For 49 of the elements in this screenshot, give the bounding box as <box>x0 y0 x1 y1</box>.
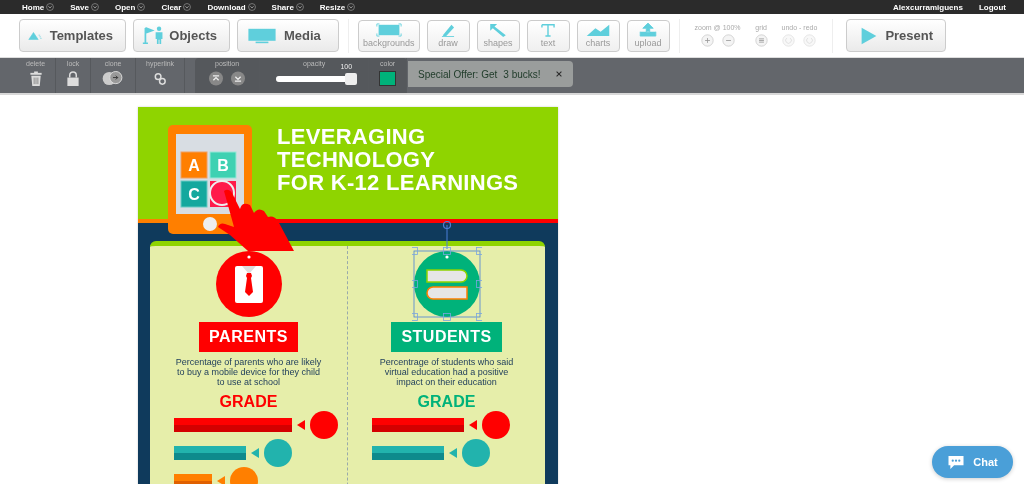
zoom-in-icon[interactable] <box>700 34 714 47</box>
section-text: Percentage of parents who are likely to buy a mobile device for they child to use at school <box>174 357 323 387</box>
caret-icon <box>295 3 304 11</box>
caret-icon <box>183 3 192 11</box>
user-link[interactable]: Alexcurramiguens <box>891 2 965 12</box>
monitor-icon <box>246 26 278 45</box>
menu-item[interactable]: Home <box>20 2 57 12</box>
menu-item[interactable]: Download <box>205 2 258 12</box>
caret-icon <box>90 3 99 11</box>
lock-icon[interactable] <box>66 71 81 86</box>
chat-icon <box>947 454 966 470</box>
menu-item[interactable]: Resize <box>317 2 358 12</box>
trash-icon[interactable] <box>28 71 43 86</box>
zoom-out-icon[interactable] <box>721 34 735 47</box>
caret-icon <box>247 3 256 11</box>
section-heading: PARENTS <box>199 322 298 352</box>
link-icon[interactable] <box>153 71 168 86</box>
toolbar-button[interactable]: Objects <box>133 19 230 52</box>
background-icon <box>375 23 402 37</box>
caret-icon <box>347 3 356 11</box>
present-button[interactable]: Present <box>846 19 947 52</box>
section-text: Percentrage of students who said virtual education had a positive impact on their education <box>378 357 515 387</box>
logout-link[interactable]: Logout <box>976 2 1008 12</box>
clone-icon[interactable] <box>101 71 126 86</box>
toolbar-button[interactable]: Media <box>237 19 339 52</box>
grid-icon[interactable] <box>754 34 768 47</box>
section-heading: STUDENTS <box>391 322 502 352</box>
offer-text: 3 bucks! <box>503 68 541 80</box>
chart-icon <box>585 23 612 37</box>
caret-icon <box>46 3 55 11</box>
selection-handles[interactable] <box>411 221 482 321</box>
grade-label: GRADE <box>417 393 476 411</box>
menu-item[interactable]: Clear <box>159 2 194 12</box>
menu-item[interactable]: Open <box>112 2 148 12</box>
close-icon[interactable] <box>554 70 563 78</box>
infographic[interactable] <box>138 107 558 484</box>
grade-label: GRADE <box>219 393 278 411</box>
color-swatch[interactable] <box>379 71 397 86</box>
shirt-icon <box>215 251 282 317</box>
infographic-title: LEVERAGING TECHNOLOGY FOR K-12 LEARNINGS <box>277 125 519 194</box>
flag-person-icon <box>142 25 164 46</box>
menu-item[interactable]: Share <box>269 2 306 12</box>
bring-front-icon[interactable] <box>209 71 224 86</box>
send-back-icon[interactable] <box>231 71 246 86</box>
toolbar-button[interactable]: Templates <box>19 19 126 52</box>
offer-text: Special Offer: Get <box>418 68 498 80</box>
menu-item[interactable]: Save <box>68 2 101 12</box>
caret-icon <box>137 3 146 11</box>
books-icon <box>413 251 480 317</box>
